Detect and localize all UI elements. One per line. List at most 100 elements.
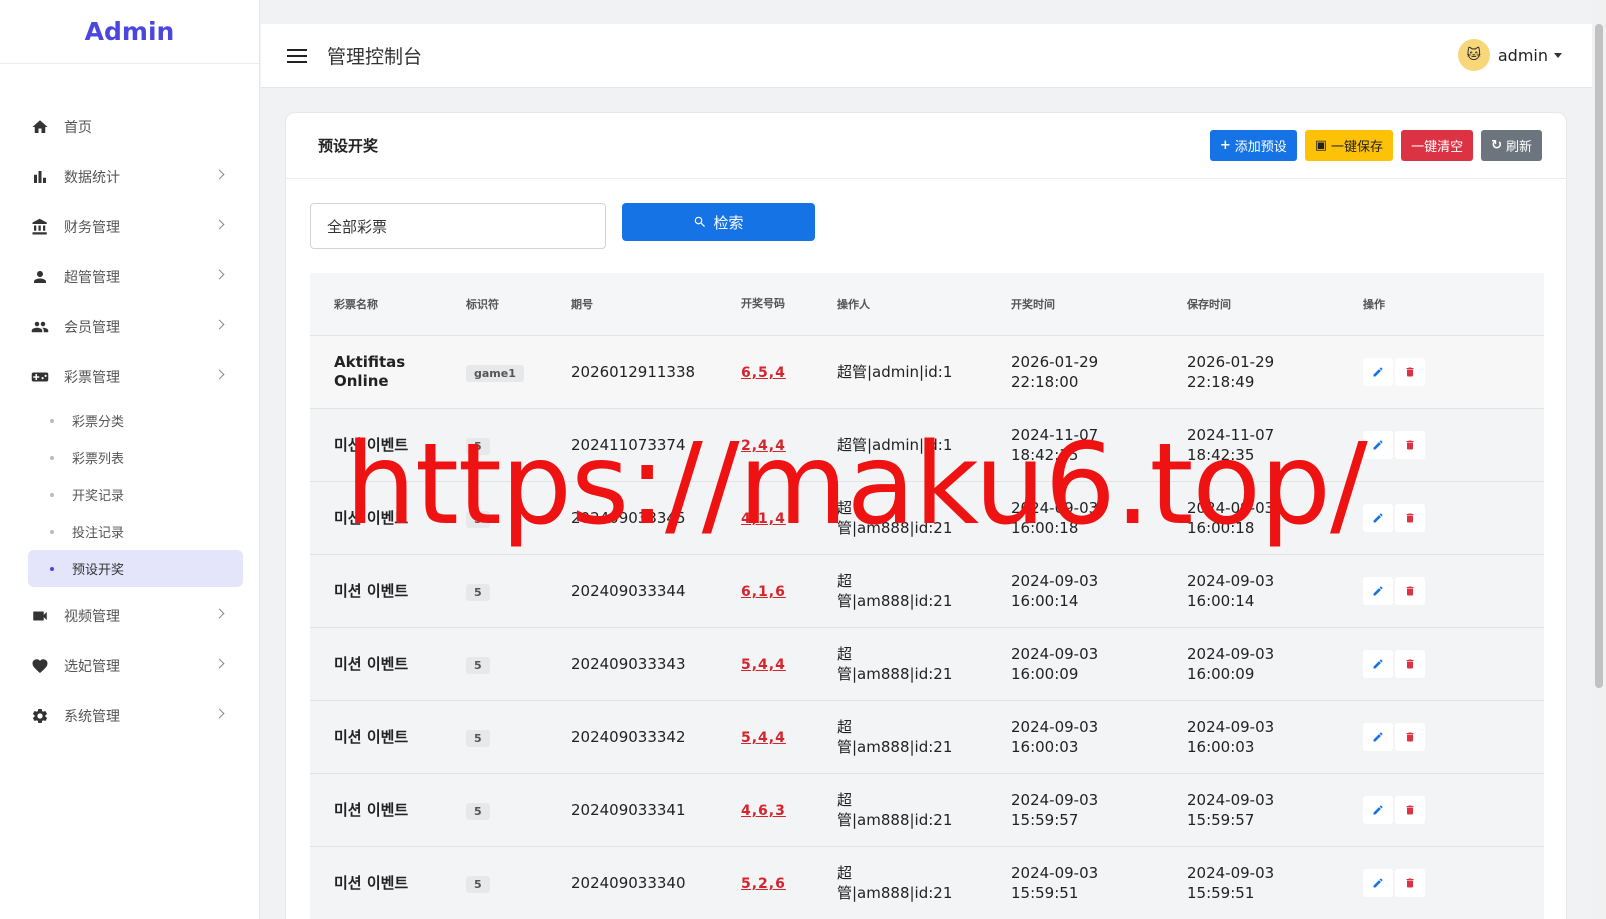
edit-button[interactable] (1363, 796, 1393, 824)
col-lottery-name[interactable]: 彩票名称 (310, 296, 466, 312)
sidebar-subitem-draw-records[interactable]: 开奖记录 (28, 476, 243, 513)
delete-button[interactable] (1395, 577, 1425, 605)
save-date: 2024-09-03 (1187, 572, 1275, 590)
sidebar-item-concubine[interactable]: 选妃管理 (0, 641, 259, 691)
edit-button[interactable] (1363, 577, 1393, 605)
operator-text: 超管|am888|id:21 (837, 864, 953, 902)
draw-date: 2024-09-03 (1011, 864, 1099, 882)
page-title: 管理控制台 (327, 46, 423, 68)
sidebar-item-home[interactable]: 首页 (0, 102, 259, 152)
edit-button[interactable] (1363, 723, 1393, 751)
bar-chart-icon (30, 167, 50, 187)
sidebar-item-video[interactable]: 视频管理 (0, 591, 259, 641)
brand-logo[interactable]: Admin (0, 0, 259, 64)
trash-icon (1406, 440, 1414, 450)
lottery-name: 미션 이벤트 (334, 654, 409, 673)
bank-icon (30, 217, 50, 237)
cell-issue: 202409033340 (571, 874, 686, 892)
avatar: 🐱 (1457, 39, 1490, 71)
col-draw-numbers[interactable]: 开奖号码 (741, 298, 837, 310)
cell-operator: 超管|am888|id:21 (837, 790, 1011, 830)
sidebar-item-label: 选妃管理 (64, 659, 120, 675)
col-save-time[interactable]: 保存时间 (1187, 296, 1363, 312)
col-identifier[interactable]: 标识符 (466, 296, 571, 312)
delete-button[interactable] (1395, 431, 1425, 459)
chevron-right-icon (214, 658, 225, 669)
cell-save-time: 2024-09-03 16:00:14 (1187, 571, 1363, 611)
cell-actions (1363, 796, 1463, 824)
delete-button[interactable] (1395, 869, 1425, 897)
cell-actions (1363, 358, 1463, 386)
draw-numbers-link[interactable]: 6,5,4 (741, 365, 786, 381)
bullet-icon (50, 492, 54, 497)
cell-operator: 超管|admin|id:1 (837, 362, 1011, 382)
refresh-button[interactable]: ↻ 刷新 (1481, 130, 1542, 161)
sidebar-item-finance[interactable]: 财务管理 (0, 202, 259, 252)
clear-all-button[interactable]: 一键清空 (1401, 130, 1474, 161)
trash-icon (1406, 586, 1414, 596)
user-name: admin (1497, 45, 1548, 65)
draw-time: 15:59:51 (1011, 884, 1079, 902)
draw-date: 2024-09-03 (1011, 572, 1099, 590)
table-row: 미션 이벤트 5 202409033343 5,4,4 超管|am888|id:21 20… (310, 627, 1544, 700)
lottery-name: Aktifitas Online (334, 353, 406, 390)
lottery-select[interactable]: 全部彩票 (310, 203, 606, 249)
sidebar-item-members[interactable]: 会员管理 (0, 302, 259, 352)
toolbar: + 添加预设 ▣ 一键保存 一键清空 ↻ 刷新 (1202, 130, 1542, 161)
draw-numbers-link[interactable]: 5,2,6 (741, 876, 786, 892)
cell-issue: 202409033344 (571, 582, 686, 600)
trash-icon (1406, 367, 1414, 377)
draw-numbers-link[interactable]: 5,4,4 (741, 657, 786, 673)
sidebar-subitem-bet-records[interactable]: 投注记录 (28, 513, 243, 550)
cell-lottery-name: 미션 이벤트 (310, 874, 466, 893)
edit-button[interactable] (1363, 650, 1393, 678)
sidebar-subitem-lottery-category[interactable]: 彩票分类 (28, 402, 243, 439)
draw-time: 16:00:09 (1011, 665, 1079, 683)
chevron-right-icon (214, 219, 225, 230)
col-draw-time[interactable]: 开奖时间 (1011, 296, 1187, 312)
delete-button[interactable] (1395, 358, 1425, 386)
table-row: 미션 이벤트 5 202409033340 5,2,6 超管|am888|id:21 20… (310, 846, 1544, 919)
user-menu[interactable]: 🐱 admin (1457, 39, 1562, 71)
col-issue[interactable]: 期号 (571, 296, 741, 312)
cell-lottery-name: 미션 이벤트 (310, 728, 466, 747)
sidebar-item-lottery[interactable]: 彩票管理 (0, 352, 259, 402)
edit-button[interactable] (1363, 358, 1393, 386)
cell-draw-time: 2024-09-03 15:59:57 (1011, 790, 1187, 830)
col-draw-numbers-label: 开奖号码 (741, 297, 785, 310)
add-preset-button[interactable]: + 添加预设 (1209, 130, 1297, 161)
identifier-badge: 5 (466, 656, 490, 674)
scrollbar-thumb[interactable] (1595, 24, 1603, 688)
draw-numbers-link[interactable]: 4,6,3 (741, 803, 786, 819)
hamburger-menu-icon[interactable] (287, 48, 307, 63)
delete-button[interactable] (1395, 796, 1425, 824)
save-all-button[interactable]: ▣ 一键保存 (1304, 130, 1394, 161)
edit-button[interactable] (1363, 504, 1393, 532)
delete-button[interactable] (1395, 504, 1425, 532)
sidebar-item-label: 视频管理 (64, 609, 120, 625)
sidebar-item-superadmin[interactable]: 超管管理 (0, 252, 259, 302)
sidebar-menu: 首页 数据统计 财务管理 超管管理 会员管理 彩票管理 彩票分类 彩票列表 开奖… (0, 102, 259, 741)
subitem-label: 预设开奖 (72, 563, 125, 578)
sidebar-item-label: 会员管理 (64, 320, 120, 336)
sidebar-item-stats[interactable]: 数据统计 (0, 152, 259, 202)
search-button[interactable]: 检索 (622, 203, 815, 241)
draw-time: 22:18:00 (1011, 373, 1079, 391)
delete-button[interactable] (1395, 650, 1425, 678)
edit-button[interactable] (1363, 869, 1393, 897)
edit-button[interactable] (1363, 431, 1393, 459)
delete-button[interactable] (1395, 723, 1425, 751)
sidebar-subitem-lottery-list[interactable]: 彩票列表 (28, 439, 243, 476)
draw-numbers-link[interactable]: 6,1,6 (741, 584, 786, 600)
sidebar-item-system[interactable]: 系统管理 (0, 691, 259, 741)
cell-issue: 202409033342 (571, 728, 686, 746)
cell-draw-numbers: 4,6,3 (741, 801, 837, 819)
scrollbar[interactable] (1592, 0, 1606, 919)
col-operator[interactable]: 操作人 (837, 296, 1011, 312)
pencil-icon (1373, 367, 1383, 377)
operator-text: 超管|am888|id:21 (837, 645, 953, 683)
subitem-label: 彩票分类 (72, 415, 125, 430)
identifier-badge: game1 (466, 364, 524, 382)
draw-numbers-link[interactable]: 5,4,4 (741, 730, 786, 746)
sidebar-subitem-preset-draw[interactable]: 预设开奖 (28, 550, 243, 587)
